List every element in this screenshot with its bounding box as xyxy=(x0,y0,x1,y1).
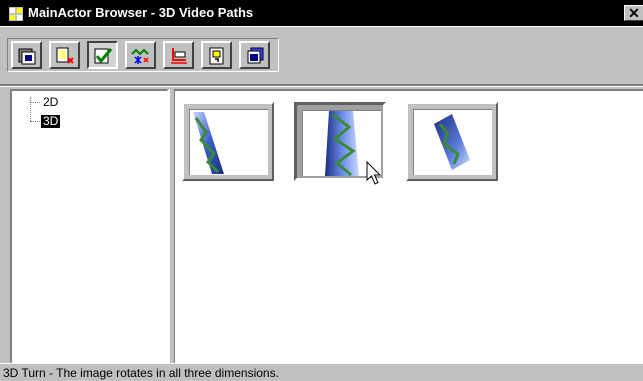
rotated-image-icon xyxy=(193,112,224,174)
tool-transition-icon xyxy=(209,47,224,65)
tool-sparkle-button[interactable] xyxy=(125,41,156,69)
tree-item-3d[interactable]: 3D xyxy=(41,115,61,128)
thumbnail-preview xyxy=(189,109,268,175)
tool-check-icon xyxy=(94,48,113,64)
tree-connector xyxy=(30,121,40,122)
tool-path-button[interactable] xyxy=(163,41,194,69)
tool-sparkle-icon xyxy=(131,48,149,64)
tree-item-2d[interactable]: 2D xyxy=(41,96,60,109)
tree-connector xyxy=(30,102,40,103)
toolbar-group xyxy=(7,38,279,72)
status-bar: 3D Turn - The image rotates in all three… xyxy=(0,363,643,381)
thumbnail-pane xyxy=(175,89,643,364)
toolbar xyxy=(0,26,643,84)
thumbnail-preview xyxy=(413,109,492,175)
tool-transition-button[interactable] xyxy=(201,41,232,69)
path-thumbnail-1[interactable] xyxy=(182,102,274,181)
app-icon xyxy=(9,7,23,21)
browser-window: MainActor Browser - 3D Video Paths ✕ 2D … xyxy=(0,0,643,381)
path-thumbnail-3[interactable] xyxy=(406,102,498,181)
title-bar[interactable]: MainActor Browser - 3D Video Paths ✕ xyxy=(0,0,643,26)
tool-video-icon xyxy=(18,48,36,65)
tree-connector xyxy=(30,97,31,121)
close-icon: ✕ xyxy=(628,5,640,21)
tool-effect-icon xyxy=(56,47,74,64)
tool-check-button[interactable] xyxy=(87,41,118,69)
close-button[interactable]: ✕ xyxy=(624,5,643,21)
tool-path-icon xyxy=(171,48,187,64)
tool-layers-button[interactable] xyxy=(239,41,270,69)
tool-layers-icon xyxy=(247,47,264,64)
tool-video-button[interactable] xyxy=(11,41,42,69)
rotated-image-icon xyxy=(434,114,470,170)
status-text: 3D Turn - The image rotates in all three… xyxy=(3,366,279,380)
tool-effect-button[interactable] xyxy=(49,41,80,69)
category-tree[interactable]: 2D 3D xyxy=(10,89,169,364)
mouse-pointer-icon xyxy=(366,161,382,185)
window-title: MainActor Browser - 3D Video Paths xyxy=(28,5,254,20)
toolbar-separator xyxy=(0,84,643,87)
